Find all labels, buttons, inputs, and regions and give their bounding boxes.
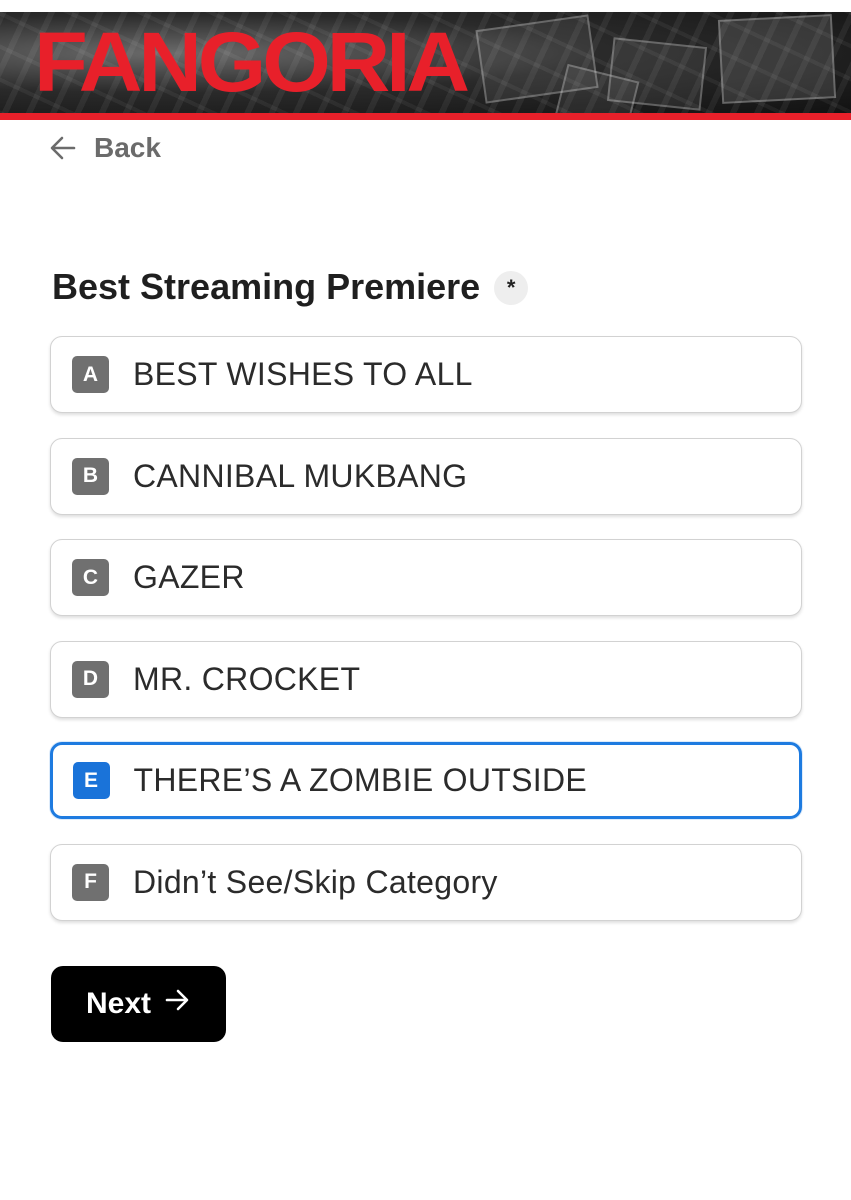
option-list: A BEST WISHES TO ALL B CANNIBAL MUKBANG … [50, 336, 802, 946]
option-c[interactable]: C GAZER [50, 539, 802, 617]
option-b[interactable]: B CANNIBAL MUKBANG [50, 437, 802, 515]
banner-decoration [717, 14, 837, 104]
header-red-bar [0, 113, 851, 120]
option-label: THERE’S A ZOMBIE OUTSIDE [133, 762, 587, 799]
option-label: BEST WISHES TO ALL [133, 356, 473, 392]
option-key-badge: A [72, 356, 109, 393]
fangoria-logo: FANGORIA [34, 15, 470, 109]
option-a[interactable]: A BEST WISHES TO ALL [50, 336, 802, 413]
option-e-selected[interactable]: E THERE’S A ZOMBIE OUTSIDE [50, 742, 802, 820]
option-label: GAZER [133, 559, 245, 596]
option-label: CANNIBAL MUKBANG [133, 457, 468, 494]
next-label: Next [85, 987, 152, 1020]
option-key-badge: D [72, 660, 109, 698]
option-key-badge: B [72, 457, 109, 495]
question-header: Best Streaming Premiere * [52, 262, 529, 312]
option-label: Didn’t See/Skip Category [133, 863, 498, 900]
arrow-left-icon [48, 133, 78, 163]
option-label: MR. CROCKET [133, 660, 361, 697]
option-key-badge: C [72, 559, 109, 597]
back-label: Back [94, 132, 161, 163]
next-button[interactable]: Next [51, 966, 226, 1042]
top-strip [0, 0, 851, 12]
back-button[interactable]: Back [48, 128, 161, 168]
option-d[interactable]: D MR. CROCKET [50, 640, 802, 718]
question-title: Best Streaming Premiere [52, 266, 481, 307]
option-key-badge: F [72, 863, 109, 901]
arrow-right-icon [163, 986, 191, 1022]
header-banner: FANGORIA [0, 12, 851, 115]
option-f[interactable]: F Didn’t See/Skip Category [50, 843, 802, 921]
option-key-badge: E [72, 762, 110, 800]
required-badge: * [494, 271, 529, 305]
